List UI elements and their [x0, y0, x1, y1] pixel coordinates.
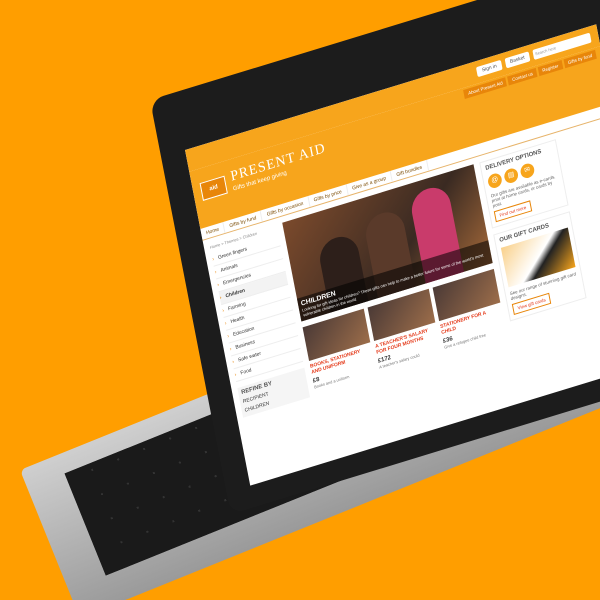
- site-logo[interactable]: aid: [199, 175, 228, 201]
- ecard-icon: @: [486, 171, 503, 190]
- print-icon: ▤: [503, 166, 520, 185]
- basket-button[interactable]: Basket: [504, 51, 531, 69]
- product-card[interactable]: BOOKS, STATIONERY AND UNIFORM £8 Books a…: [302, 308, 376, 390]
- gift-cards-panel: OUR GIFT CARDS See our range of stunning…: [493, 211, 587, 322]
- product-card[interactable]: STATIONERY FOR A CHILD £36 Give a refuge…: [432, 268, 506, 350]
- sign-in-button[interactable]: Sign in: [476, 59, 503, 78]
- post-icon: ✉: [519, 161, 536, 180]
- product-card[interactable]: A TEACHER'S SALARY FOR FOUR MONTHS £172 …: [367, 288, 441, 370]
